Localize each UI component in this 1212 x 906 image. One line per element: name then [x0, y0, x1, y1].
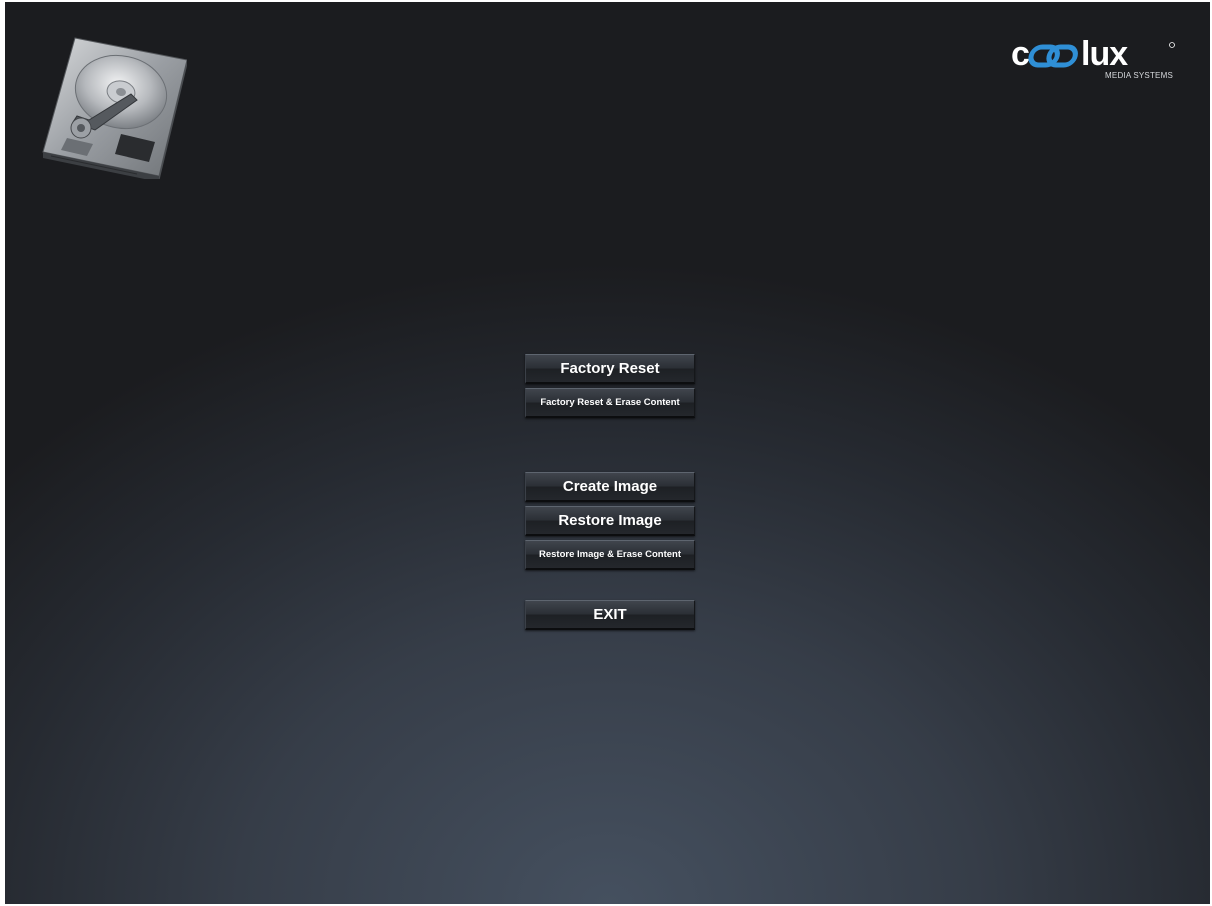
factory-reset-button[interactable]: Factory Reset — [525, 354, 695, 384]
coolux-logo: c lux MEDIA SYSTEMS — [1009, 38, 1179, 84]
restore-image-erase-button[interactable]: Restore Image & Erase Content — [525, 540, 695, 570]
svg-text:c: c — [1011, 38, 1029, 70]
exit-button[interactable]: EXIT — [525, 600, 695, 630]
app-screen: c lux MEDIA SYSTEMS Factory Reset Factor… — [5, 2, 1210, 904]
svg-text:lux: lux — [1081, 38, 1128, 70]
factory-reset-erase-button[interactable]: Factory Reset & Erase Content — [525, 388, 695, 418]
logo-tagline: MEDIA SYSTEMS — [1105, 71, 1173, 80]
create-image-button[interactable]: Create Image — [525, 472, 695, 502]
restore-image-button[interactable]: Restore Image — [525, 506, 695, 536]
coolux-wordmark: c lux — [1011, 38, 1175, 70]
hard-drive-icon — [42, 37, 187, 179]
